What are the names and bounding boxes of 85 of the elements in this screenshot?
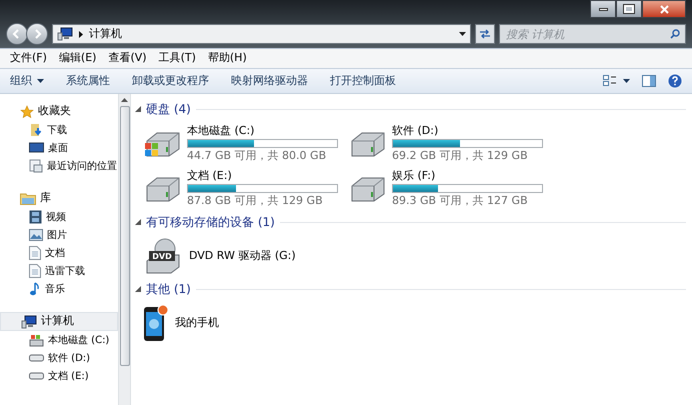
nav-item[interactable]: 文档 (E:): [0, 367, 118, 385]
drive-name: 文档 (E:): [187, 169, 233, 183]
system-drive-icon: [29, 334, 44, 346]
address-bar[interactable]: 计算机: [52, 24, 471, 44]
preview-pane-button[interactable]: [642, 75, 656, 87]
scroll-thumb[interactable]: [120, 106, 130, 366]
music-note-icon: [29, 282, 41, 296]
document-icon: [29, 246, 41, 260]
drive-space-text: 69.2 GB 可用，共 129 GB: [392, 149, 529, 163]
nav-item[interactable]: 视频: [0, 208, 118, 226]
group-heading: 硬盘 (4): [146, 101, 191, 118]
computer-icon: [57, 27, 73, 41]
scrollbar[interactable]: [118, 94, 131, 405]
drive-name: 娱乐 (F:): [392, 169, 436, 183]
drive-item[interactable]: 软件 (D:) 69.2 GB 可用，共 129 GB: [348, 124, 553, 163]
group-heading: 其他 (1): [146, 281, 191, 298]
device-name: DVD RW 驱动器 (G:): [189, 248, 296, 264]
drive-icon: [29, 371, 44, 381]
nav-group-header[interactable]: 计算机: [0, 312, 118, 331]
nav-item[interactable]: 迅雷下载: [0, 262, 118, 280]
device-name: 我的手机: [175, 314, 219, 331]
refresh-button[interactable]: [475, 24, 495, 44]
back-button[interactable]: [6, 23, 28, 45]
phone-icon: [143, 304, 169, 342]
close-button[interactable]: [642, 0, 686, 18]
breadcrumb[interactable]: 计算机: [89, 26, 122, 42]
recent-places-icon: [29, 159, 43, 173]
drive-item[interactable]: 娱乐 (F:) 89.3 GB 可用，共 127 GB: [348, 169, 553, 208]
drive-item[interactable]: 本地磁盘 (C:) 44.7 GB 可用，共 80.0 GB: [143, 124, 348, 163]
collapse-icon[interactable]: [135, 286, 141, 292]
computer-icon: [21, 314, 37, 328]
toolbar-button[interactable]: 映射网络驱动器: [231, 72, 308, 90]
device-item[interactable]: 我的手机: [143, 304, 348, 342]
drive-icon: [29, 353, 44, 363]
help-button[interactable]: [668, 74, 682, 88]
desktop-icon: [29, 142, 44, 154]
menu-item[interactable]: 帮助(H): [208, 50, 247, 67]
download-folder-icon: [29, 123, 43, 137]
caret-icon: [623, 79, 630, 83]
nav-item[interactable]: 本地磁盘 (C:): [0, 331, 118, 349]
toolbar-button[interactable]: 打开控制面板: [330, 72, 396, 90]
drive-space-text: 87.8 GB 可用，共 129 GB: [187, 194, 324, 208]
refresh-arrows-icon: [479, 29, 491, 39]
toolbar-button[interactable]: 卸载或更改程序: [132, 72, 209, 90]
nav-item[interactable]: 图片: [0, 226, 118, 244]
help-icon: [668, 74, 682, 88]
menu-item[interactable]: 查看(V): [108, 50, 147, 67]
toolbar-button[interactable]: 组织: [10, 72, 44, 90]
drive-item[interactable]: 文档 (E:) 87.8 GB 可用，共 129 GB: [143, 169, 348, 208]
search-field[interactable]: 搜索 计算机: [499, 24, 686, 44]
nav-item[interactable]: 最近访问的位置: [0, 157, 118, 175]
nav-item[interactable]: 下载: [0, 121, 118, 139]
nav-group-header[interactable]: 收藏夹: [0, 102, 118, 121]
group-heading: 有可移动存储的设备 (1): [146, 214, 275, 231]
nav-item[interactable]: 软件 (D:): [0, 349, 118, 367]
view-list-icon: [603, 75, 617, 87]
menu-item[interactable]: 编辑(E): [58, 50, 96, 67]
close-icon: [660, 4, 668, 14]
breadcrumb-arrow-icon[interactable]: [79, 30, 83, 38]
nav-item[interactable]: 音乐: [0, 280, 118, 298]
document-icon: [29, 264, 41, 278]
collapse-icon[interactable]: [135, 219, 141, 225]
forward-button[interactable]: [26, 23, 48, 45]
drive-space-text: 89.3 GB 可用，共 127 GB: [392, 194, 529, 208]
picture-icon: [29, 229, 43, 241]
search-icon: [670, 29, 680, 39]
video-icon: [29, 210, 42, 224]
collapse-icon[interactable]: [135, 106, 141, 112]
preview-pane-icon: [642, 75, 656, 87]
drive-name: 软件 (D:): [392, 124, 440, 138]
nav-group-header[interactable]: 库: [0, 189, 118, 208]
menu-item[interactable]: 文件(F): [10, 50, 47, 67]
nav-item[interactable]: 桌面: [0, 139, 118, 157]
menu-item[interactable]: 工具(T): [158, 50, 196, 67]
view-options-button[interactable]: [603, 75, 630, 87]
dropdown-caret-icon[interactable]: [459, 32, 466, 36]
star-icon: [20, 104, 34, 118]
nav-item[interactable]: 文档: [0, 244, 118, 262]
drive-name: 本地磁盘 (C:): [187, 124, 256, 138]
minimize-button[interactable]: [590, 0, 616, 18]
maximize-button[interactable]: [616, 0, 642, 18]
toolbar-button[interactable]: 系统属性: [66, 72, 110, 90]
drive-space-text: 44.7 GB 可用，共 80.0 GB: [187, 149, 328, 163]
library-folder-icon: [20, 192, 36, 205]
device-item[interactable]: DVD DVD RW 驱动器 (G:): [143, 237, 348, 275]
